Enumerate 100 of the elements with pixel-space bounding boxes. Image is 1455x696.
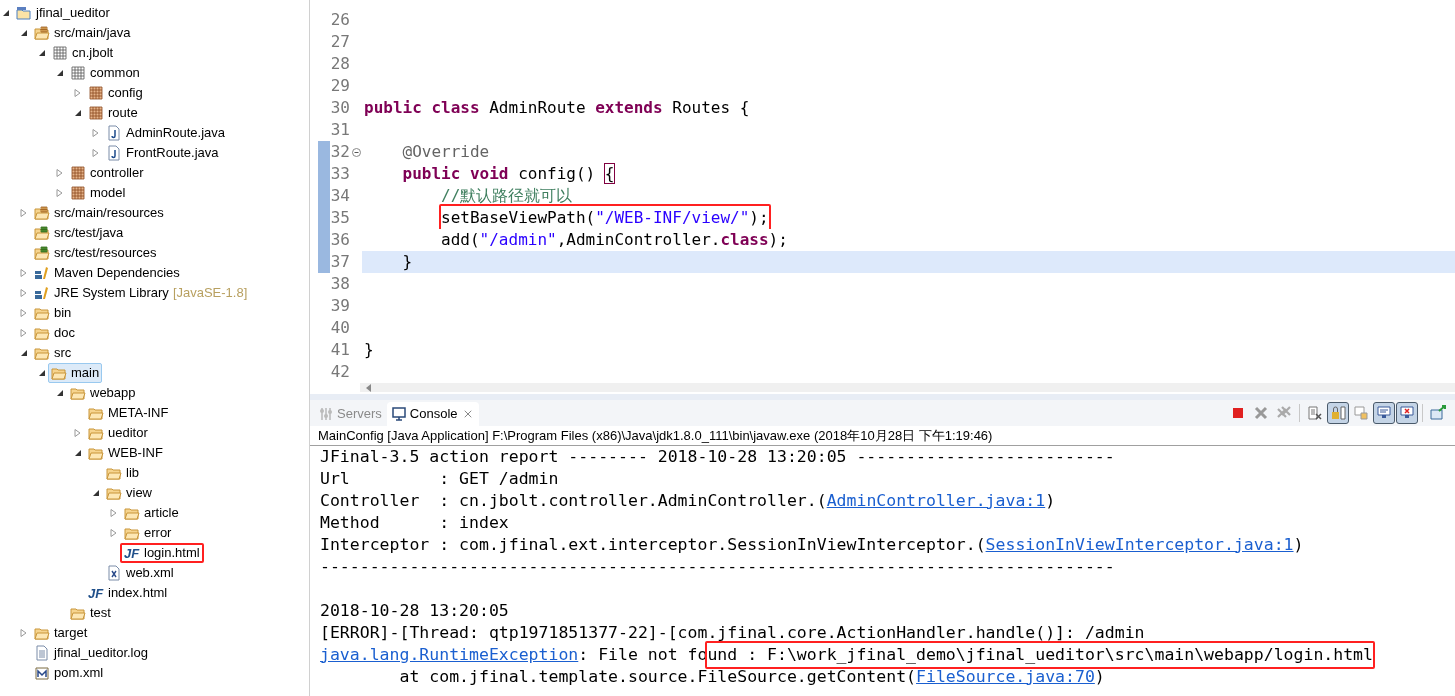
tree-label: lib	[126, 464, 139, 483]
collapse-arrow-icon[interactable]	[20, 349, 28, 357]
folder-icon	[70, 385, 86, 401]
console-text: Controller : cn.jbolt.controller.AdminController.(	[320, 489, 827, 512]
source-folder-icon	[34, 245, 50, 261]
collapse-arrow-icon[interactable]	[74, 449, 82, 457]
expand-arrow-icon[interactable]	[110, 509, 118, 517]
console-text: )	[1094, 665, 1105, 688]
maven-file-icon	[34, 665, 50, 681]
clear-console-icon	[1307, 405, 1323, 421]
folder-icon	[88, 445, 104, 461]
folder-icon	[70, 605, 86, 621]
collapse-arrow-icon[interactable]	[20, 29, 28, 37]
console-text: Method : index	[320, 511, 509, 534]
java-file-icon	[106, 145, 122, 161]
tree-label: target	[54, 624, 88, 643]
tree-label: web.xml	[126, 564, 174, 583]
collapse-arrow-icon[interactable]	[74, 109, 82, 117]
tree-label: controller	[90, 164, 144, 183]
project-folder-icon	[16, 5, 32, 21]
folder-icon	[34, 625, 50, 641]
line-number: 26	[330, 9, 350, 31]
collapse-arrow-icon[interactable]	[2, 9, 10, 17]
expand-arrow-icon[interactable]	[92, 129, 100, 137]
collapse-arrow-icon[interactable]	[92, 489, 100, 497]
xml-file-icon	[106, 565, 122, 581]
tree-label: AdminRoute.java	[126, 124, 225, 143]
package-icon	[70, 165, 86, 181]
collapse-arrow-icon[interactable]	[38, 49, 46, 57]
tree-label: pom.xml	[54, 664, 104, 683]
expand-arrow-icon[interactable]	[56, 169, 64, 177]
line-number: 37	[330, 251, 350, 273]
code-text: add("/admin",AdminController.class);	[440, 229, 788, 251]
tree-label: WEB-INF	[108, 444, 163, 463]
expand-arrow-icon[interactable]	[56, 189, 64, 197]
line-number: 28	[330, 53, 350, 75]
show-output-icon	[1376, 405, 1392, 421]
tree-label: error	[144, 524, 172, 543]
console-link[interactable]: java.lang.RuntimeException	[320, 642, 579, 668]
expand-arrow-icon[interactable]	[20, 289, 28, 297]
code-text: public void config() {	[401, 163, 615, 185]
tab-label: Servers	[337, 405, 382, 424]
code-text: @Override	[401, 141, 490, 163]
tree-label: Maven Dependencies	[54, 264, 180, 283]
scroll-left-icon[interactable]	[366, 383, 372, 392]
code-text: public class AdminRoute extends Routes {	[364, 97, 750, 119]
tree-label: src/test/resources	[54, 244, 157, 263]
package-icon	[88, 105, 104, 121]
console-text: Url : GET /admin	[320, 467, 559, 490]
console-text: Interceptor : com.jfinal.ext.interceptor.SessionInViewInterceptor.(	[320, 533, 986, 556]
line-number: 35	[330, 207, 350, 229]
tree-label: model	[90, 184, 126, 203]
tree-item[interactable]: JF login.html	[120, 543, 204, 563]
line-number: 27	[330, 31, 350, 53]
line-number: 33	[330, 163, 350, 185]
pin-console-icon	[1430, 405, 1446, 421]
tree-label: JRE System Library	[54, 284, 169, 303]
scroll-lock-button[interactable]	[1327, 402, 1349, 424]
expand-arrow-icon[interactable]	[20, 329, 28, 337]
expand-arrow-icon[interactable]	[20, 629, 28, 637]
line-number: 40	[330, 317, 350, 339]
expand-arrow-icon[interactable]	[92, 149, 100, 157]
servers-icon	[319, 407, 333, 421]
horizontal-scrollbar[interactable]	[360, 383, 1455, 392]
console-link[interactable]: SessionInViewInterceptor.java:1	[985, 532, 1294, 558]
package-icon	[88, 85, 104, 101]
tree-label: ueditor	[108, 424, 148, 443]
collapse-fold-icon[interactable]	[351, 147, 361, 157]
package-icon	[70, 65, 86, 81]
console-text: --------------------------------------------------------------------------------	[320, 555, 1115, 578]
expand-arrow-icon[interactable]	[20, 309, 28, 317]
tree-label: article	[144, 504, 179, 523]
tree-item[interactable]: main	[48, 363, 103, 383]
collapse-arrow-icon[interactable]	[56, 389, 64, 397]
console-link[interactable]: AdminController.java:1	[826, 488, 1046, 514]
collapse-arrow-icon[interactable]	[38, 369, 46, 377]
view-tab[interactable]: Console	[386, 402, 479, 426]
expand-arrow-icon[interactable]	[74, 89, 82, 97]
show-error-button[interactable]	[1396, 402, 1418, 424]
expand-arrow-icon[interactable]	[110, 529, 118, 537]
tree-label: src/test/java	[54, 224, 124, 243]
tree-label: src	[54, 344, 72, 363]
library-version-label: [JavaSE-1.8]	[172, 284, 248, 303]
code-text: setBaseViewPath("/WEB-INF/view/");	[441, 207, 769, 229]
tab-label: Console	[409, 405, 458, 424]
library-icon	[34, 265, 50, 281]
tree-label: webapp	[90, 384, 136, 403]
library-icon	[34, 285, 50, 301]
expand-arrow-icon[interactable]	[20, 269, 28, 277]
folder-icon	[34, 345, 50, 361]
expand-arrow-icon[interactable]	[20, 209, 28, 217]
line-number: 32	[330, 141, 350, 163]
console-text: )	[1293, 533, 1304, 556]
expand-arrow-icon[interactable]	[74, 429, 82, 437]
tree-label: route	[108, 104, 138, 123]
console-link[interactable]: FileSource.java:70	[916, 664, 1095, 690]
collapse-arrow-icon[interactable]	[56, 69, 64, 77]
remove-icon	[1253, 405, 1269, 421]
show-output-button[interactable]	[1373, 402, 1395, 424]
tree-label: FrontRoute.java	[126, 144, 219, 163]
